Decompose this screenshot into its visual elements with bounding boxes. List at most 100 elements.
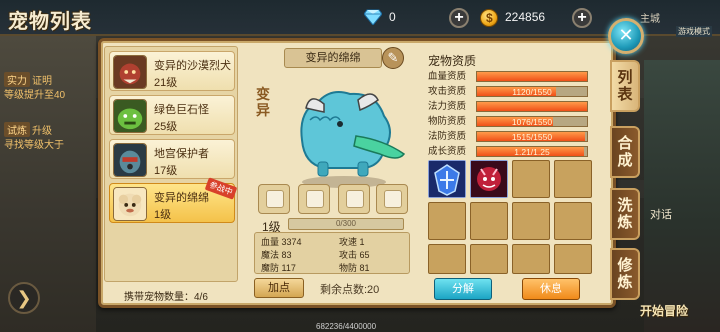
skill-grid: [428, 160, 592, 292]
aptitude-fill: [477, 102, 587, 111]
skill-slot[interactable]: [470, 244, 508, 274]
aptitude-row: 血量资质: [428, 70, 590, 83]
decompose-button[interactable]: 分解: [434, 278, 492, 300]
mode-label[interactable]: 游戏模式: [676, 26, 712, 37]
exp-text: 0/300: [335, 219, 357, 228]
add-gems-button[interactable]: +: [449, 8, 469, 28]
skill-slot[interactable]: [428, 160, 466, 198]
skill-slot[interactable]: [512, 160, 550, 198]
aptitude-label: 血量资质: [428, 71, 467, 82]
tab-train[interactable]: 修炼: [610, 248, 640, 300]
aptitude-fill: [477, 72, 587, 81]
stat-mdef: 魔防 117: [261, 263, 296, 273]
pet-list-item[interactable]: 变异的沙漠烈犬 21级: [109, 51, 235, 91]
minimap-label[interactable]: 主城: [640, 10, 660, 25]
pet-name: 地宫保护者: [154, 148, 209, 160]
start-adventure-button[interactable]: 开始冒险: [640, 302, 688, 319]
aptitude-value: 1120/1550: [512, 87, 552, 97]
demon-skill-icon: [471, 161, 507, 197]
diamond-icon: [364, 9, 382, 25]
aptitude-label: 法防资质: [428, 131, 467, 142]
gem-count: 0: [389, 10, 396, 24]
expand-arrow-icon[interactable]: ❯: [8, 282, 40, 314]
quest-hint[interactable]: 寻找等级大于: [4, 136, 64, 151]
pet-level: 21级: [154, 77, 178, 89]
aptitude-row: 攻击资质 1120/1550: [428, 85, 590, 98]
xp-readout: 682236/4400000: [316, 322, 377, 331]
desert-hound-icon: [113, 55, 147, 89]
stat-atk-speed: 攻速 1: [339, 237, 365, 247]
aptitude-row: 物防资质 1076/1550: [428, 115, 590, 128]
rest-button[interactable]: 休息: [522, 278, 580, 300]
coin-count: 224856: [505, 10, 546, 24]
pet-name: 变异的绵绵: [154, 192, 209, 204]
close-icon[interactable]: ✕: [608, 18, 644, 54]
aptitude-title: 宠物资质: [428, 54, 477, 68]
skill-slot[interactable]: [554, 160, 592, 198]
skill-slot[interactable]: [470, 202, 508, 240]
pet-list: 变异的沙漠烈犬 21级 绿色巨石怪 25级 地宫保护者 17级 变异的绵绵 1级…: [104, 46, 238, 282]
stat-hp: 血量 3374: [261, 237, 302, 247]
pet-level: 1级: [154, 209, 172, 221]
aptitude-bar: 1120/1550: [476, 86, 588, 97]
rename-pencil-icon[interactable]: ✎: [382, 47, 404, 69]
pet-list-item[interactable]: 绿色巨石怪 25级: [109, 95, 235, 135]
aptitude-row: 法防资质 1515/1550: [428, 130, 590, 143]
carry-count-label: 携带宠物数量：4/6: [124, 292, 208, 303]
stat-atk: 攻击 65: [339, 250, 370, 260]
aptitude-bar: [476, 101, 588, 112]
add-point-button[interactable]: 加点: [254, 278, 304, 298]
skill-slot[interactable]: [512, 244, 550, 274]
skill-slot[interactable]: [470, 160, 508, 198]
skill-slot[interactable]: [428, 202, 466, 240]
aptitude-value: 1515/1550: [511, 132, 553, 142]
pet-name-banner: 变异的绵绵: [284, 48, 382, 68]
page-title: 宠物列表: [8, 11, 92, 33]
aptitude-bar: [476, 71, 588, 82]
equip-slot-collar[interactable]: [258, 184, 290, 214]
pet-stats: 血量 3374 攻速 1 魔法 83 攻击 65 魔防 117 物防 81: [254, 232, 410, 274]
quest-hint[interactable]: 等级提升至40: [4, 86, 65, 101]
skill-slot[interactable]: [554, 202, 592, 240]
aptitude-row: 法力资质: [428, 100, 590, 113]
green-golem-icon: [113, 99, 147, 133]
pet-name: 绿色巨石怪: [154, 104, 209, 116]
variant-tag: 变异: [256, 86, 270, 118]
aptitude-row: 成长资质 1.21/1.25: [428, 145, 590, 158]
add-coins-button[interactable]: +: [572, 8, 592, 28]
aptitude-bar: 1.21/1.25: [476, 146, 588, 157]
chat-button[interactable]: 对话: [650, 206, 672, 222]
stat-pdef: 物防 81: [339, 263, 370, 273]
equip-slot-charm[interactable]: [376, 184, 408, 214]
aptitude-bar: 1515/1550: [476, 131, 588, 142]
skill-slot[interactable]: [554, 244, 592, 274]
quest-hint[interactable]: 实力 证明: [4, 72, 52, 87]
tab-compose[interactable]: 合成: [610, 126, 640, 178]
in-battle-badge: 参战中: [204, 177, 238, 200]
pet-list-item-selected[interactable]: 变异的绵绵 1级 参战中: [109, 177, 238, 223]
aptitude-value: 1076/1550: [511, 117, 553, 127]
skill-slot[interactable]: [428, 244, 466, 274]
aptitude-label: 物防资质: [428, 116, 467, 127]
ice-shield-skill-icon: [429, 161, 465, 197]
mutant-sheep-icon: [113, 187, 147, 221]
pet-list-item[interactable]: 地宫保护者 17级: [109, 139, 235, 179]
equip-slot-armor[interactable]: [298, 184, 330, 214]
dungeon-guardian-icon: [113, 143, 147, 177]
gold-coin-icon: [480, 9, 498, 27]
remaining-points: 剩余点数:20: [320, 284, 380, 296]
aptitude-bar: 1076/1550: [476, 116, 588, 127]
exp-bar: 0/300: [288, 218, 404, 230]
aptitude-value: 1.21/1.25: [514, 147, 550, 157]
pet-name: 变异的沙漠烈犬: [154, 60, 231, 72]
pet-model-image: [300, 91, 406, 188]
pet-level: 25级: [154, 121, 178, 133]
quest-hint[interactable]: 试炼 升级: [4, 122, 52, 137]
pet-level: 17级: [154, 165, 178, 177]
tab-refine[interactable]: 洗炼: [610, 188, 640, 240]
aptitude-label: 法力资质: [428, 101, 467, 112]
skill-slot[interactable]: [512, 202, 550, 240]
equip-slot-bracer[interactable]: [338, 184, 370, 214]
tab-list[interactable]: 列表: [610, 60, 640, 112]
right-scene: [644, 60, 720, 332]
